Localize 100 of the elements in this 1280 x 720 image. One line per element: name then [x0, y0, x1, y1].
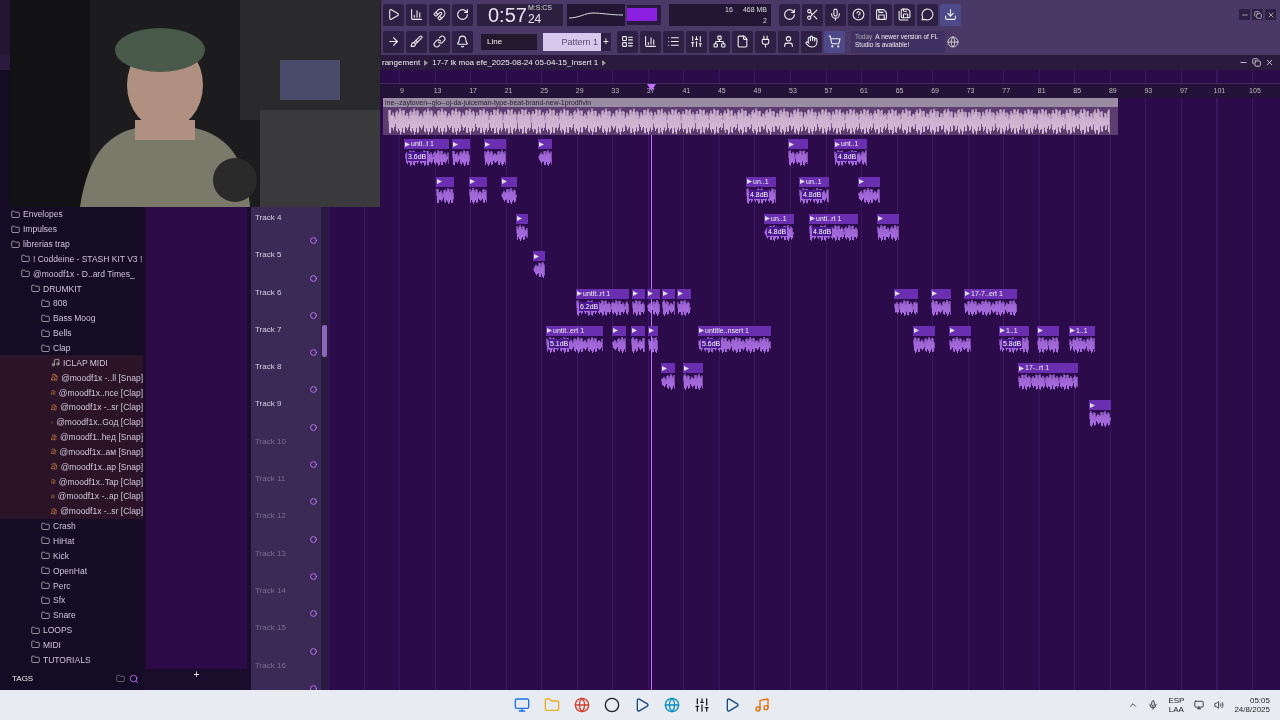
browser-item[interactable]: DRUMKIT [0, 281, 143, 297]
person-button[interactable] [778, 30, 799, 53]
search-icon[interactable] [129, 673, 139, 684]
browser-item[interactable]: Crash [0, 518, 143, 534]
audio-clip[interactable] [516, 213, 528, 242]
track-header[interactable]: Track 8 [251, 359, 321, 397]
browser-item[interactable]: LOOPS [0, 622, 143, 638]
audio-clip[interactable] [631, 325, 645, 354]
plugin-button[interactable] [755, 30, 776, 53]
hand-button[interactable] [801, 30, 822, 53]
audio-clip[interactable] [538, 139, 552, 168]
audio-clip[interactable] [484, 139, 506, 168]
help-button[interactable] [848, 3, 869, 26]
channel-rack-button[interactable] [640, 30, 661, 53]
audio-clip[interactable] [788, 139, 808, 168]
restore-icon[interactable] [1252, 58, 1261, 67]
browser-item[interactable]: @moodf1x - D..ard Times_ [0, 266, 143, 282]
link-button[interactable] [429, 30, 450, 53]
cart-button[interactable] [824, 30, 845, 53]
play-mode-button[interactable] [383, 3, 404, 26]
microphone-icon[interactable] [1148, 700, 1159, 710]
track-header[interactable]: Track 6 [251, 284, 321, 322]
audio-clip[interactable] [894, 288, 918, 317]
restore-icon[interactable] [1252, 9, 1263, 20]
save-as-button[interactable] [894, 3, 915, 26]
snap-dropdown[interactable]: Line [481, 33, 537, 50]
download-button[interactable] [940, 3, 961, 26]
add-pattern-button[interactable]: + [601, 32, 611, 51]
audio-clip[interactable] [1037, 325, 1059, 354]
browser-item[interactable]: Bass Moog [0, 310, 143, 326]
app-icon[interactable] [604, 697, 620, 713]
browser-item[interactable]: Bells [0, 325, 143, 341]
close-icon[interactable] [1265, 9, 1276, 20]
pattern-selector[interactable]: Pattern 1 [543, 32, 601, 51]
browser-item[interactable]: OpenHat [0, 563, 143, 579]
audio-clip[interactable] [648, 325, 658, 354]
breadcrumb-item[interactable]: rangement [382, 58, 421, 67]
audio-clip[interactable] [877, 213, 899, 242]
audio-clip[interactable] [677, 288, 691, 317]
close-icon[interactable] [1265, 58, 1274, 67]
page-button[interactable] [732, 30, 753, 53]
arrow-button[interactable] [383, 30, 404, 53]
record-button[interactable] [825, 3, 846, 26]
audio-clip[interactable] [949, 325, 971, 354]
track-header[interactable]: Track 7 [251, 321, 321, 360]
track-header[interactable]: Track 4 [251, 210, 321, 248]
folder-icon[interactable] [116, 673, 125, 683]
tree-button[interactable] [709, 30, 730, 53]
browser-item[interactable]: TUTORIALS [0, 652, 143, 668]
loop-mode-button[interactable] [452, 3, 473, 26]
add-button[interactable]: + [146, 669, 247, 684]
counter-button[interactable] [406, 3, 427, 26]
browser-item[interactable]: librerias trap [0, 236, 143, 252]
browser-item[interactable]: 808 [0, 296, 143, 311]
brush-button[interactable] [406, 30, 427, 53]
track-header[interactable]: Track 5 [251, 247, 321, 285]
language-indicator[interactable]: ESP LAA [1168, 696, 1185, 714]
playhead-marker[interactable] [647, 84, 656, 92]
browser-item[interactable]: Kick [0, 548, 143, 564]
audio-clip[interactable] [683, 363, 703, 392]
snap-mode-button[interactable] [429, 3, 450, 26]
browser-item[interactable]: Clap [0, 340, 143, 356]
audio-clip[interactable] [913, 325, 935, 354]
audio-clip[interactable] [1089, 400, 1111, 429]
breadcrumb-item[interactable]: 17-7 lk moa efe_2025-08-24 05-04-15_Insert 1 [432, 58, 599, 67]
chat-button[interactable] [917, 3, 938, 26]
browser-item[interactable]: MIDI [0, 637, 143, 653]
audio-clip[interactable] [858, 176, 880, 205]
mixer-button[interactable] [686, 30, 707, 53]
browser-item[interactable]: ! Coddeine - STASH KIT V3 ! [0, 251, 143, 267]
browser-item[interactable]: @moodf1x -..ap [Clap] [0, 489, 143, 504]
music-app-icon[interactable] [754, 697, 770, 713]
list-button[interactable] [663, 30, 684, 53]
browser-item[interactable]: @moodf1x..ap [Snap] [0, 459, 143, 475]
browser-item[interactable]: Perc [0, 578, 143, 593]
launcher-icon[interactable] [724, 697, 740, 713]
audio-clip[interactable] [452, 139, 470, 168]
network-icon[interactable] [1194, 700, 1205, 710]
globe-icon[interactable] [947, 35, 959, 48]
audio-clip[interactable] [647, 288, 660, 317]
playlist-button[interactable] [617, 30, 638, 53]
audio-clip[interactable] [662, 288, 675, 317]
browser-item[interactable]: Sfx [0, 592, 143, 608]
audio-clip[interactable] [533, 251, 545, 280]
audio-clip[interactable] [661, 363, 675, 392]
undo-button[interactable] [779, 3, 800, 26]
scrollbar-thumb[interactable] [322, 325, 327, 357]
browser-item[interactable]: @moodf1x..Tap [Clap] [0, 474, 143, 490]
track-header[interactable]: Track 9 [251, 396, 321, 434]
browser-icon[interactable] [574, 697, 590, 713]
audio-clip[interactable] [501, 176, 517, 205]
browser-item[interactable]: @moodf1x -..ll [Snap] [0, 370, 143, 386]
browser-item[interactable]: HiHat [0, 533, 143, 549]
audio-clip[interactable] [436, 176, 454, 205]
browser-item[interactable]: Snare [0, 607, 143, 623]
browser-item[interactable]: Impulses [0, 221, 143, 237]
audio-clip[interactable] [632, 288, 645, 317]
browser-item[interactable]: @moodf1x..nce [Clap] [0, 385, 143, 400]
audio-clip[interactable] [469, 176, 487, 205]
audio-clip[interactable] [612, 325, 626, 354]
